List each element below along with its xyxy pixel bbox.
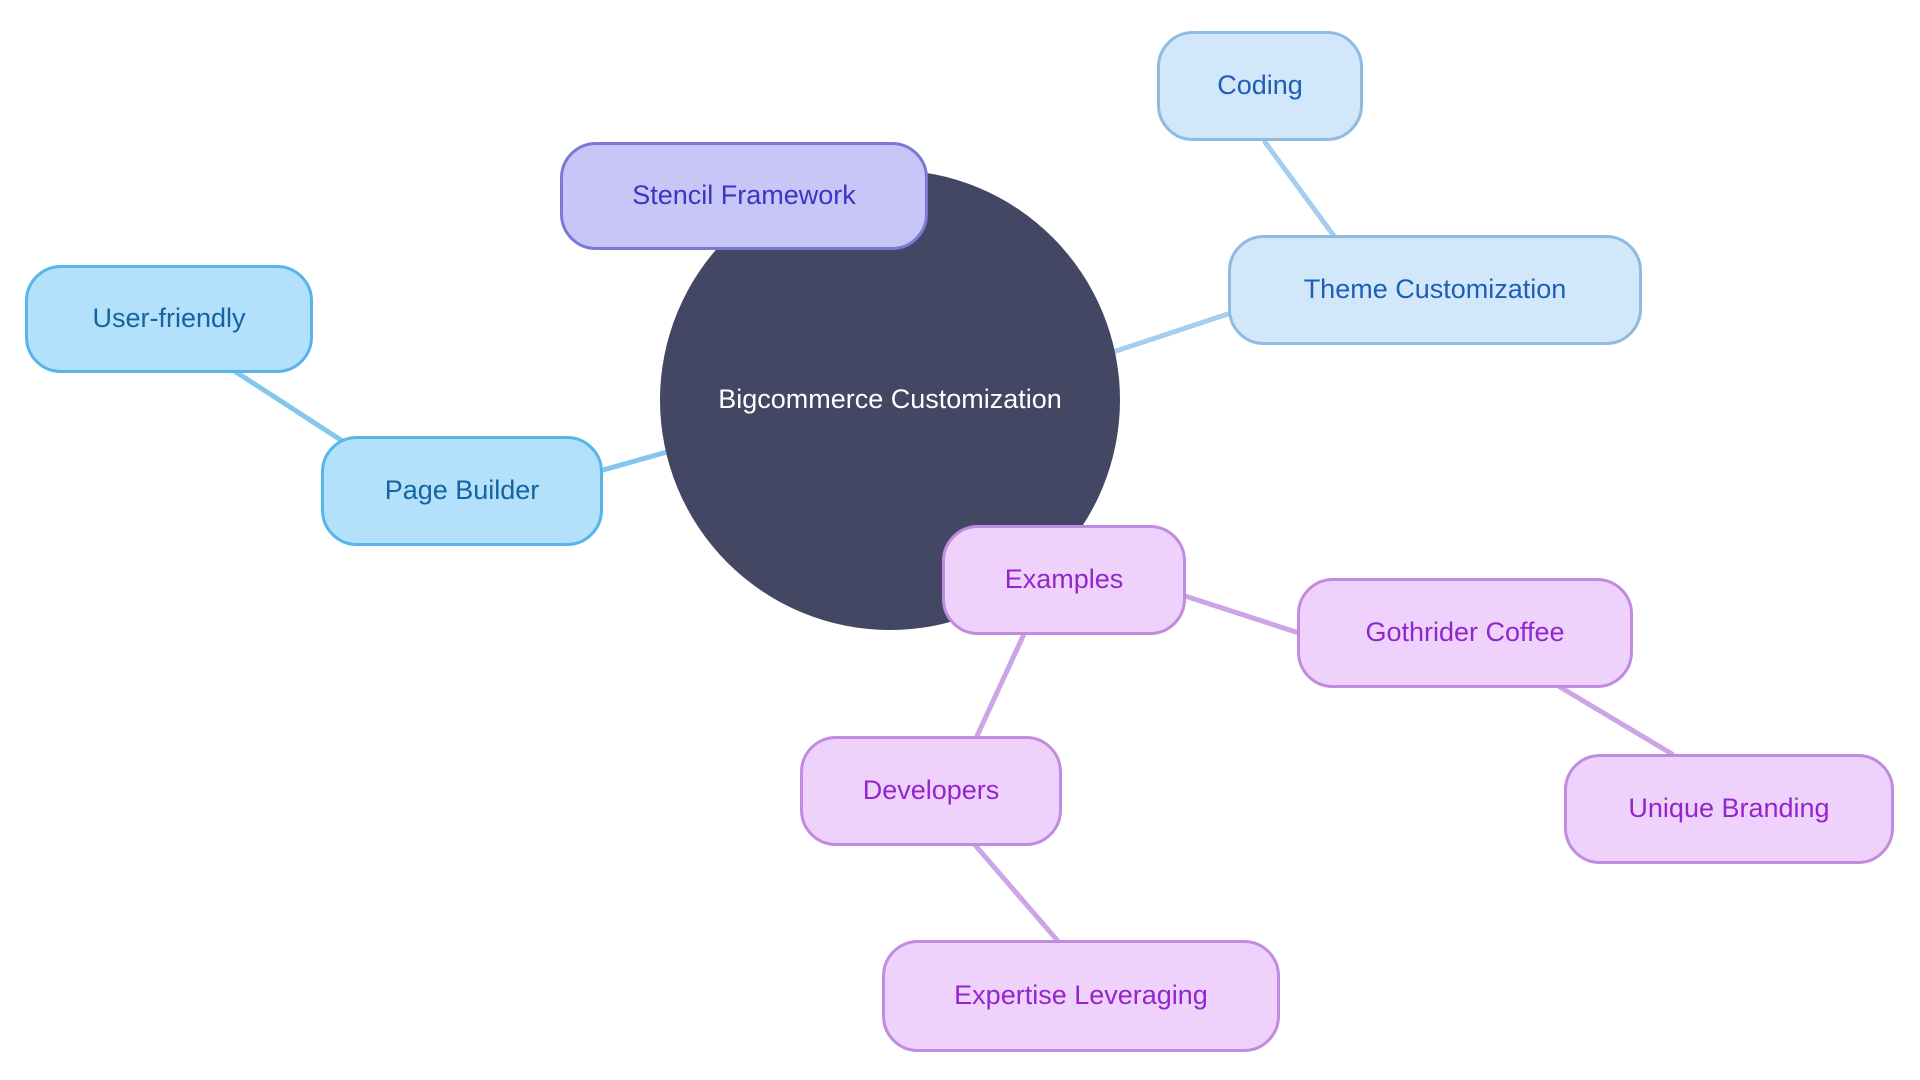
edge-developers-to-expertise_leveraging bbox=[972, 842, 1060, 943]
node-label: Coding bbox=[1217, 70, 1303, 101]
mindmap-node-page_builder[interactable]: Page Builder bbox=[321, 436, 603, 546]
mindmap-node-user_friendly[interactable]: User-friendly bbox=[25, 265, 313, 373]
node-label: Stencil Framework bbox=[632, 180, 856, 211]
node-label: Unique Branding bbox=[1628, 793, 1830, 824]
node-label: Developers bbox=[862, 775, 1000, 806]
node-label: Bigcommerce Customization bbox=[718, 384, 1062, 415]
node-label: Theme Customization bbox=[1303, 274, 1567, 305]
mindmap-canvas: Bigcommerce Customization Stencil Framewo… bbox=[0, 0, 1920, 1080]
node-label: Examples bbox=[1004, 564, 1124, 595]
mindmap-node-theme_customization[interactable]: Theme Customization bbox=[1228, 235, 1642, 345]
edge-root-to-theme_customization bbox=[1110, 310, 1234, 355]
edge-page_builder-to-user_friendly bbox=[233, 369, 350, 447]
mindmap-node-stencil[interactable]: Stencil Framework bbox=[560, 142, 928, 250]
node-label: Gothrider Coffee bbox=[1365, 617, 1565, 648]
edge-examples-to-gothrider_coffee bbox=[1182, 593, 1302, 636]
mindmap-node-examples[interactable]: Examples bbox=[942, 525, 1186, 635]
edge-root-to-page_builder bbox=[600, 449, 670, 473]
mindmap-node-gothrider_coffee[interactable]: Gothrider Coffee bbox=[1297, 578, 1633, 688]
node-label: User-friendly bbox=[92, 303, 246, 334]
mindmap-node-developers[interactable]: Developers bbox=[800, 736, 1062, 846]
edge-examples-to-developers bbox=[974, 631, 1027, 739]
mindmap-node-expertise_leveraging[interactable]: Expertise Leveraging bbox=[882, 940, 1280, 1052]
mindmap-node-unique_branding[interactable]: Unique Branding bbox=[1564, 754, 1894, 864]
mindmap-node-coding[interactable]: Coding bbox=[1157, 31, 1363, 141]
node-label: Expertise Leveraging bbox=[954, 980, 1208, 1011]
edge-gothrider_coffee-to-unique_branding bbox=[1557, 684, 1675, 757]
edge-theme_customization-to-coding bbox=[1262, 139, 1337, 239]
node-label: Page Builder bbox=[384, 475, 540, 506]
